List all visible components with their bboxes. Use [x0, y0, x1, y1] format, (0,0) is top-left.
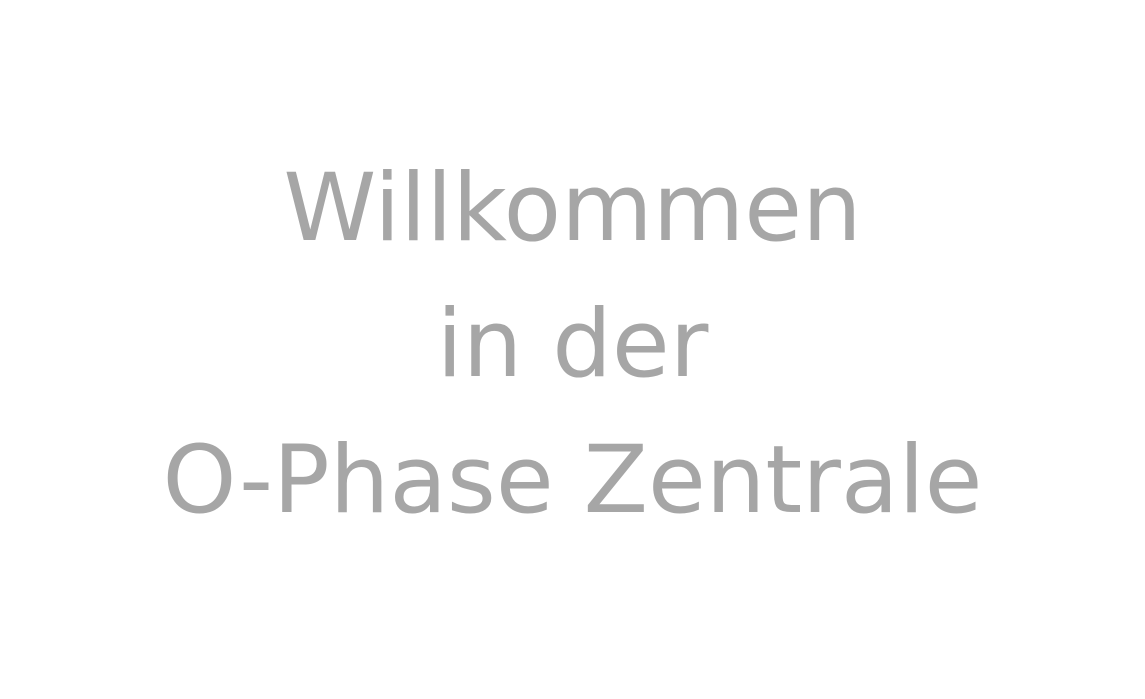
welcome-line-1: Willkommen	[283, 153, 862, 263]
welcome-line-2: in der	[436, 289, 709, 399]
welcome-message: Willkommen in der O-Phase Zentrale	[0, 0, 1145, 699]
welcome-line-3: O-Phase Zentrale	[162, 425, 983, 535]
welcome-screen: Willkommen in der O-Phase Zentrale	[0, 0, 1145, 699]
